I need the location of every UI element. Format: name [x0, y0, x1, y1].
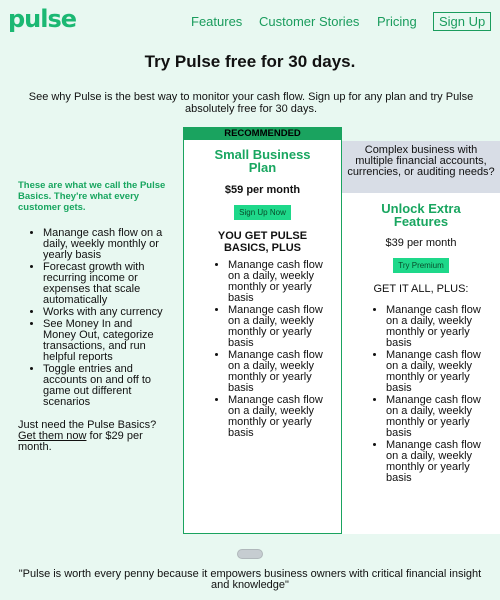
extra-features-plan-card: Complex business with multiple financial…: [342, 141, 500, 534]
testimonial-quote: "Pulse is worth every penny because it e…: [18, 568, 482, 591]
list-item: Manange cash flow on a daily, weekly mon…: [386, 305, 482, 349]
sign-up-now-button[interactable]: Sign Up Now: [234, 205, 291, 220]
list-item: See Money In and Money Out, categorize t…: [43, 319, 166, 363]
page-subline: See why Pulse is the best way to monitor…: [28, 91, 474, 115]
list-item: Manange cash flow on a daily, weekly mon…: [386, 440, 482, 484]
recommended-badge: RECOMMENDED: [184, 128, 341, 140]
small-plan-feature-list: Manange cash flow on a daily, weekly mon…: [184, 260, 341, 439]
page-headline: Try Pulse free for 30 days.: [144, 52, 356, 71]
list-item: Forecast growth with recurring income or…: [43, 262, 166, 306]
nav-features-link[interactable]: Features: [191, 14, 242, 29]
extra-plan-feature-list: Manange cash flow on a daily, weekly mon…: [342, 305, 500, 484]
list-item: Manange cash flow on a daily, weekly mon…: [386, 395, 482, 439]
extra-plan-title: Unlock Extra Features: [381, 201, 461, 229]
list-item: Manange cash flow on a daily, weekly mon…: [228, 260, 323, 304]
nav-pricing-link[interactable]: Pricing: [377, 14, 417, 29]
list-item: Manange cash flow on a daily, weekly mon…: [228, 350, 323, 394]
top-nav: pulse Features Customer Stories Pricing …: [0, 0, 500, 40]
try-premium-button[interactable]: Try Premium: [393, 258, 449, 273]
basics-offer: Just need the Pulse Basics? Get them now…: [18, 420, 166, 453]
list-item: Manange cash flow on a daily, weekly mon…: [228, 395, 323, 439]
complex-business-note: Complex business with multiple financial…: [342, 141, 500, 193]
list-item: Manange cash flow on a daily, weekly mon…: [386, 350, 482, 394]
testimonial-carousel-indicator[interactable]: [237, 549, 263, 559]
list-item: Manange cash flow on a daily, weekly mon…: [228, 305, 323, 349]
small-plan-title: Small Business Plan: [214, 147, 311, 175]
basics-intro: These are what we call the Pulse Basics.…: [18, 180, 166, 213]
extra-plan-heading: GET IT ALL, PLUS:: [373, 283, 469, 295]
basics-column: These are what we call the Pulse Basics.…: [18, 180, 166, 453]
small-plan-heading: YOU GET PULSE BASICS, PLUS: [217, 230, 308, 254]
list-item: Works with any currency: [43, 307, 166, 318]
small-plan-price: $59 per month: [224, 184, 301, 196]
list-item: Manange cash flow on a daily, weekly mon…: [43, 228, 166, 261]
basics-feature-list: Manange cash flow on a daily, weekly mon…: [18, 228, 166, 408]
nav-customer-stories-link[interactable]: Customer Stories: [259, 14, 359, 29]
pulse-logo[interactable]: pulse: [8, 5, 77, 33]
extra-plan-price: $39 per month: [385, 237, 457, 249]
small-business-plan-card: RECOMMENDED Small Business Plan $59 per …: [183, 127, 342, 534]
nav-signup-button[interactable]: Sign Up: [433, 12, 492, 31]
list-item: Toggle entries and accounts on and off t…: [43, 364, 166, 408]
